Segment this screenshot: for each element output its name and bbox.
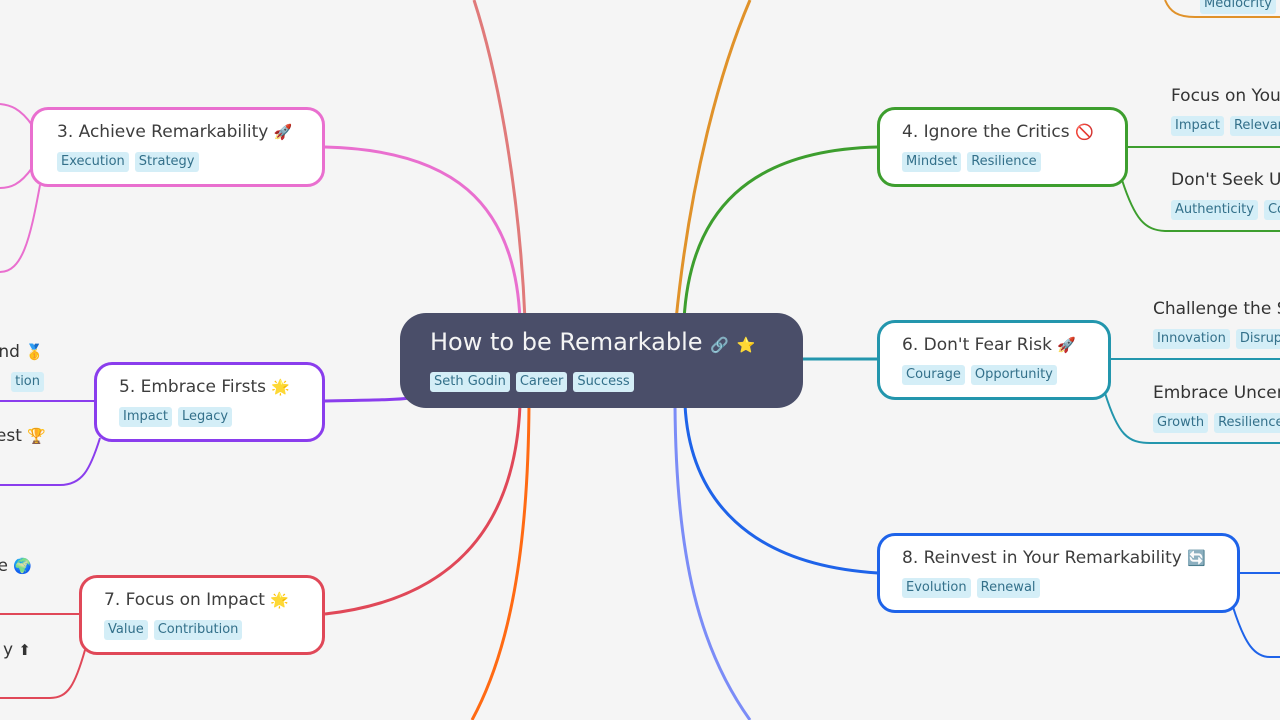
tag: Innovation — [1153, 329, 1230, 349]
tag: tion — [11, 372, 44, 392]
tag: Renewal — [976, 578, 1040, 598]
tag: Relevan — [1229, 116, 1280, 136]
edge-b8 — [683, 404, 879, 575]
branch-title: 7. Focus on Impact — [104, 590, 265, 610]
tag: Impact — [119, 407, 172, 427]
tag: Courage — [902, 365, 965, 385]
rocket-icon: 🚀 — [273, 123, 293, 141]
edge-b3-leaf2 — [0, 184, 41, 273]
edge-b5 — [324, 396, 411, 403]
root-title: How to be Remarkable 🔗 ⭐ — [430, 328, 756, 356]
branch-title: 5. Embrace Firsts — [119, 377, 266, 397]
edge-b8-leaf2 — [1232, 606, 1280, 658]
tag: Growth — [1153, 413, 1209, 433]
edge-bottom-right-offscreen — [673, 404, 752, 720]
leaf-node-challenge[interactable]: Challenge the S Innovation Disrup — [1153, 297, 1280, 349]
glowing-star-icon: 🌟 — [271, 378, 291, 396]
medal-icon: 🥇 — [25, 343, 44, 361]
branch-node-embrace-firsts[interactable]: 5. Embrace Firsts 🌟 Impact Legacy — [94, 362, 325, 442]
repeat-arrows-icon: 🔄 — [1187, 549, 1206, 567]
branch-title: 4. Ignore the Critics — [902, 122, 1070, 142]
tag: Resilience — [967, 152, 1041, 172]
prohibited-icon: 🚫 — [1074, 123, 1094, 141]
tag: Seth Godin — [430, 372, 510, 392]
tag: Authenticity — [1171, 200, 1258, 220]
branch-node-ignore-critics[interactable]: 4. Ignore the Critics 🚫 Mindset Resilienc… — [877, 107, 1128, 187]
tag: Mindset — [902, 152, 962, 172]
tag: Resilience — [1214, 413, 1280, 433]
glowing-star-icon: 🌟 — [270, 591, 290, 609]
branch-title: 3. Achieve Remarkability — [57, 122, 269, 142]
edge-b7 — [324, 404, 522, 616]
edge-b3-leaf1 — [0, 103, 33, 126]
tag: Success — [573, 372, 634, 392]
tag: Legacy — [177, 407, 233, 427]
tag: Co — [1263, 200, 1280, 220]
tag: Opportunity — [970, 365, 1057, 385]
tag: Contribution — [153, 620, 243, 640]
leaf-node-left-trophy[interactable]: est 🏆 — [0, 424, 46, 448]
leaf-node-left-medal[interactable]: nd 🥇 tion — [0, 340, 44, 392]
edge-bottom-left-offscreen — [470, 404, 531, 720]
star-icon: ⭐ — [736, 336, 756, 354]
leaf-node-focus-on-you[interactable]: Focus on You ImpactRelevan — [1171, 84, 1280, 136]
branch-node-dont-fear-risk[interactable]: 6. Don't Fear Risk 🚀 Courage Opportunity — [877, 320, 1111, 400]
up-arrow-icon: ⬆ — [18, 641, 31, 659]
tag: Impact — [1171, 116, 1224, 136]
rocket-icon: 🚀 — [1057, 336, 1077, 354]
tag: Value — [104, 620, 148, 640]
tag: Execution — [57, 152, 129, 172]
edge-b4 — [682, 145, 879, 321]
branch-node-achieve-remarkability[interactable]: 3. Achieve Remarkability 🚀 Execution Stra… — [30, 107, 325, 187]
edge-b3-leaf1b — [0, 167, 33, 189]
globe-icon: 🌍 — [13, 557, 32, 575]
branch-node-reinvest[interactable]: 8. Reinvest in Your Remarkability 🔄 Evol… — [877, 533, 1240, 613]
branch-node-focus-on-impact[interactable]: 7. Focus on Impact 🌟 Value Contribution — [79, 575, 325, 655]
leaf-node-dont-seek[interactable]: Don't Seek Ur AuthenticityCo — [1171, 168, 1280, 220]
branch-title: 6. Don't Fear Risk — [902, 335, 1052, 355]
root-node[interactable]: How to be Remarkable 🔗 ⭐ Seth Godin Caree… — [400, 313, 803, 408]
edge-top-left-offscreen — [472, 0, 527, 321]
edge-b3 — [324, 145, 522, 321]
leaf-node-left-arrow[interactable]: y ⬆ — [3, 638, 31, 662]
tag: Evolution — [902, 578, 971, 598]
root-tags: Seth Godin Career Success — [430, 370, 803, 392]
tag: Career — [515, 372, 568, 392]
trophy-icon: 🏆 — [27, 427, 46, 445]
tag: Mediocrity — [1200, 0, 1276, 14]
branch-title: 8. Reinvest in Your Remarkability — [902, 548, 1182, 568]
link-icon[interactable]: 🔗 — [710, 336, 729, 354]
leaf-node-left-globe[interactable]: e 🌍 — [0, 554, 32, 578]
edge-top-right-offscreen — [674, 0, 752, 321]
leaf-node-mediocrity[interactable]: Mediocrity — [1200, 0, 1280, 14]
tag: Strategy — [134, 152, 199, 172]
tag: Disrup — [1235, 329, 1280, 349]
leaf-node-embrace-uncertainty[interactable]: Embrace Uncer Growth Resilience — [1153, 381, 1280, 433]
